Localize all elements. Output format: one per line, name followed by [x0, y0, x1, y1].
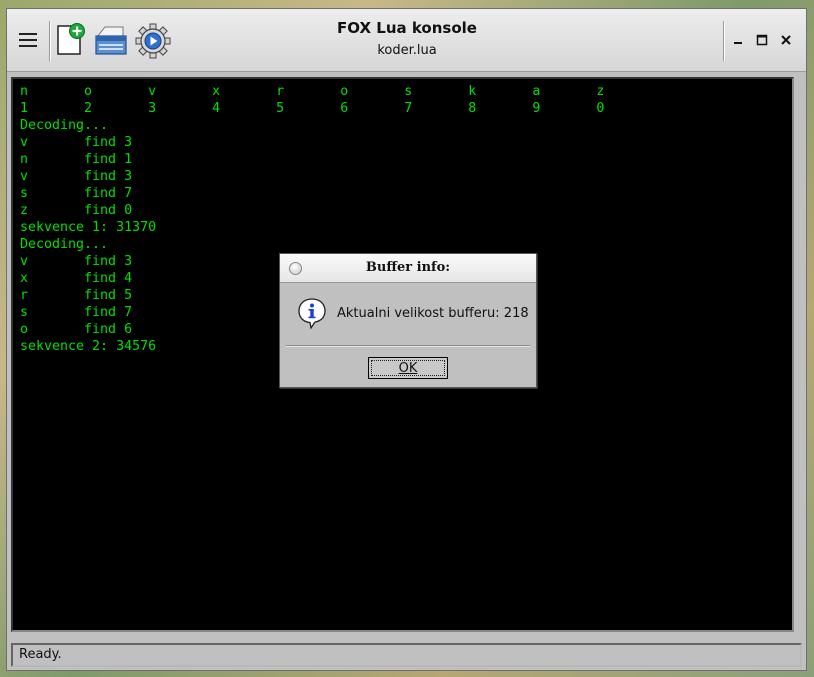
menu-icon — [19, 33, 37, 47]
ok-button-label: OK — [371, 360, 445, 376]
dialog-title: Buffer info: — [365, 260, 451, 275]
controls-separator — [723, 21, 725, 61]
status-bar: Ready. — [11, 643, 802, 667]
ok-button[interactable]: OK — [368, 357, 448, 379]
maximize-icon — [756, 34, 768, 46]
dialog-title-bar[interactable]: Buffer info: — [280, 254, 536, 283]
maximize-button[interactable] — [753, 31, 771, 49]
title-bar: FOX Lua konsole koder.lua — [7, 9, 806, 72]
title-area: FOX Lua konsole koder.lua — [257, 19, 557, 58]
dialog-separator — [286, 345, 530, 347]
minimize-icon — [734, 42, 742, 44]
app-title: FOX Lua konsole — [337, 19, 477, 37]
console-line: v find 3 — [20, 135, 133, 150]
console-line: n o v x r o s k a z — [20, 84, 605, 99]
dialog-message: Aktualni velikost bufferu: 218 — [337, 306, 529, 321]
console-line: Decoding... — [20, 237, 109, 252]
save-button[interactable] — [93, 23, 129, 57]
menu-button[interactable] — [15, 27, 41, 53]
console-line: sekvence 1: 31370 — [20, 220, 157, 235]
console-line: s find 7 — [20, 186, 133, 201]
run-gear-icon — [135, 23, 171, 59]
console-line: Decoding... — [20, 118, 109, 133]
minimize-button[interactable] — [729, 31, 747, 49]
console-line: z find 0 — [20, 203, 133, 218]
info-icon — [298, 298, 326, 329]
toolbar-separator — [49, 21, 51, 61]
close-icon — [781, 35, 791, 45]
file-name: koder.lua — [377, 43, 437, 58]
save-icon — [95, 26, 127, 55]
buffer-info-dialog: Buffer info: Aktualni velikost bufferu: … — [279, 253, 537, 388]
console-line: v find 3 — [20, 169, 133, 184]
run-button[interactable] — [135, 23, 171, 59]
new-file-button[interactable] — [55, 23, 87, 57]
console-line: n find 1 — [20, 152, 133, 167]
close-button[interactable] — [777, 31, 795, 49]
console-line: 1 2 3 4 5 6 7 8 9 0 — [20, 101, 605, 116]
new-file-icon — [57, 23, 85, 55]
status-text: Ready. — [19, 647, 62, 662]
